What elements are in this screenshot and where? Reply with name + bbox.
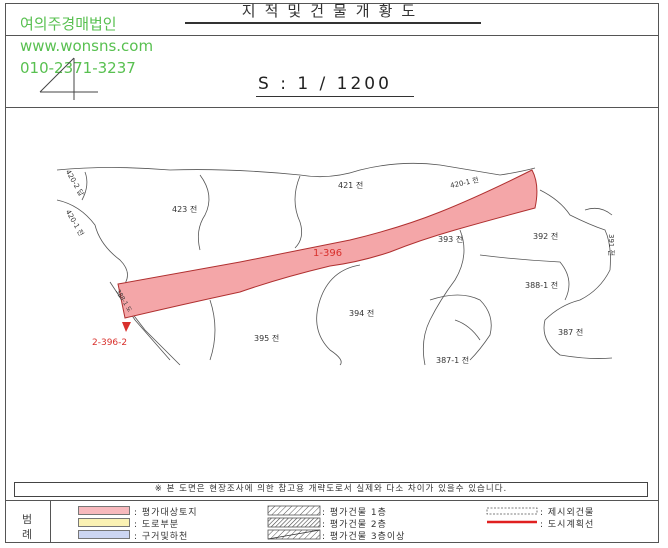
parcel-line-387-1 [454, 319, 481, 341]
subject-lot-label-2: 2-396-2 [92, 338, 128, 348]
subject-parcel [117, 169, 538, 319]
legend-swatch-road [78, 518, 130, 527]
parcel-line-388-1 [479, 254, 570, 301]
legend-text: : 평가건물 3층이상 [322, 532, 406, 542]
lot-label: 393 전 [438, 235, 464, 244]
lot-label: 392 전 [533, 232, 559, 241]
parcel-line-393 [422, 229, 465, 366]
lot-label: 391 전 [607, 233, 616, 257]
lot-label: 387-1 전 [436, 356, 470, 365]
parcel-line-391 [584, 207, 613, 216]
notice-text: ※ 본 도면은 현장조사에 의한 참고용 개략도로서 실제와 다소 차이가 있을… [14, 482, 648, 497]
lot-label: 395 전 [254, 334, 280, 343]
legend-label: 범례 [22, 513, 33, 541]
map-boundary-top [56, 162, 536, 178]
lot-label: 388-1 전 [525, 281, 559, 290]
lot-label: 423 전 [172, 205, 198, 214]
parcel-line-395 [209, 299, 216, 361]
legend-swatch-subject [78, 506, 130, 515]
parcel-line-420-2 [81, 171, 88, 201]
cadastral-map [56, 162, 613, 366]
parcel-line-421 [294, 175, 303, 249]
legend-text: : 도시계획선 [540, 520, 595, 530]
lot-label: 421 전 [338, 181, 364, 190]
legend-text: : 구거및하천 [134, 532, 189, 542]
legend-swatch-stream [78, 530, 130, 539]
lot-label: 394 전 [349, 309, 375, 318]
subject-pointer-icon [122, 322, 131, 332]
lot-label: 387 전 [558, 328, 584, 337]
subject-lot-label: 1-396 [313, 248, 343, 259]
legend-divider [50, 500, 51, 543]
parcel-line-423 [197, 174, 210, 251]
parcel-line-387 [429, 294, 492, 361]
legend-rule [5, 500, 659, 501]
